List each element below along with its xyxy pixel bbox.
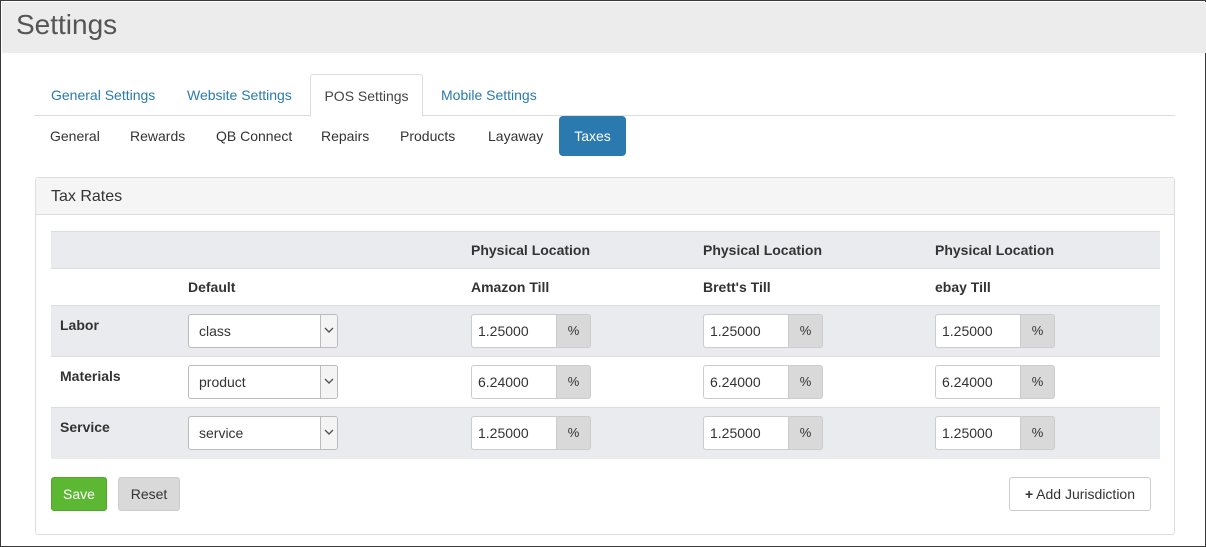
percent-addon: % bbox=[1020, 314, 1055, 348]
percent-addon: % bbox=[556, 314, 591, 348]
chevron-down-icon bbox=[320, 315, 337, 347]
rate-input-group: 6.24000 % bbox=[471, 365, 591, 399]
percent-addon: % bbox=[1020, 416, 1055, 451]
percent-addon: % bbox=[788, 365, 823, 399]
percent-addon: % bbox=[1020, 365, 1055, 399]
chevron-down-icon bbox=[320, 366, 337, 398]
percent-addon: % bbox=[788, 416, 823, 451]
plus-icon: + bbox=[1024, 486, 1034, 502]
subtab-rewards[interactable]: Rewards bbox=[130, 116, 185, 156]
rate-input[interactable]: 6.24000 bbox=[471, 365, 556, 399]
subtab-qb-connect[interactable]: QB Connect bbox=[216, 116, 292, 156]
reset-button[interactable]: Reset bbox=[118, 477, 180, 511]
rate-input[interactable]: 1.25000 bbox=[703, 314, 788, 348]
rate-input-group: 1.25000 % bbox=[935, 416, 1055, 451]
column-header-amazon-till: Amazon Till bbox=[462, 268, 694, 306]
page-title: Settings bbox=[16, 9, 118, 40]
page-header: Settings bbox=[2, 2, 1206, 53]
subtab-taxes[interactable]: Taxes bbox=[559, 116, 626, 156]
table-row: Labor class 1.25000 % 1.25000 % 1.25000 … bbox=[51, 305, 1160, 357]
column-header-default: Default bbox=[179, 268, 462, 306]
tab-mobile-settings[interactable]: Mobile Settings bbox=[441, 74, 537, 116]
percent-addon: % bbox=[556, 416, 591, 451]
tax-rates-table: Physical Location Physical Location Phys… bbox=[51, 231, 1160, 459]
row-label: Service bbox=[51, 407, 179, 459]
tab-pos-settings[interactable]: POS Settings bbox=[310, 74, 423, 117]
column-header-bretts-till: Brett's Till bbox=[694, 268, 926, 306]
chevron-down-icon bbox=[320, 417, 337, 450]
subtab-general[interactable]: General bbox=[50, 116, 100, 156]
panel-title: Tax Rates bbox=[36, 178, 1174, 215]
rate-input-group: 6.24000 % bbox=[703, 365, 823, 399]
subtab-repairs[interactable]: Repairs bbox=[321, 116, 369, 156]
add-jurisdiction-label: Add Jurisdiction bbox=[1036, 486, 1135, 502]
add-jurisdiction-button[interactable]: + Add Jurisdiction bbox=[1009, 477, 1151, 511]
row-label: Labor bbox=[51, 305, 179, 357]
tab-website-settings[interactable]: Website Settings bbox=[187, 74, 292, 116]
rate-input-group: 1.25000 % bbox=[703, 314, 823, 348]
row-label: Materials bbox=[51, 356, 179, 408]
percent-addon: % bbox=[788, 314, 823, 348]
rate-input[interactable]: 1.25000 bbox=[935, 314, 1020, 348]
table-row: Service service 1.25000 % 1.25000 % 1.25… bbox=[51, 407, 1160, 459]
tax-rates-panel: Tax Rates Physical Location Physical Loc… bbox=[35, 177, 1175, 535]
rate-input-group: 6.24000 % bbox=[935, 365, 1055, 399]
main-tabs: General Settings Website Settings POS Se… bbox=[34, 74, 1175, 117]
rate-input[interactable]: 6.24000 bbox=[935, 365, 1020, 399]
column-group-header: Physical Location bbox=[694, 231, 926, 269]
column-group-header: Physical Location bbox=[926, 231, 1160, 269]
column-header-ebay-till: ebay Till bbox=[926, 268, 1160, 306]
rate-input[interactable]: 1.25000 bbox=[471, 314, 556, 348]
table-row: Materials product 6.24000 % 6.24000 % 6.… bbox=[51, 356, 1160, 408]
rate-input[interactable]: 1.25000 bbox=[703, 416, 788, 451]
settings-window: Settings General Settings Website Settin… bbox=[0, 0, 1206, 547]
rate-input-group: 1.25000 % bbox=[703, 416, 823, 451]
subtab-layaway[interactable]: Layaway bbox=[488, 116, 543, 156]
subtab-products[interactable]: Products bbox=[400, 116, 455, 156]
default-select[interactable]: class bbox=[188, 314, 338, 348]
table-header-group-row: Physical Location Physical Location Phys… bbox=[51, 231, 1160, 269]
default-select[interactable]: service bbox=[188, 416, 338, 451]
table-header-row: Default Amazon Till Brett's Till ebay Ti… bbox=[51, 268, 1160, 306]
column-group-header bbox=[179, 231, 462, 269]
rate-input[interactable]: 6.24000 bbox=[703, 365, 788, 399]
column-group-header: Physical Location bbox=[462, 231, 694, 269]
rate-input[interactable]: 1.25000 bbox=[935, 416, 1020, 451]
rate-input-group: 1.25000 % bbox=[935, 314, 1055, 348]
save-button[interactable]: Save bbox=[51, 477, 107, 511]
rate-input-group: 1.25000 % bbox=[471, 314, 591, 348]
rate-input[interactable]: 1.25000 bbox=[471, 416, 556, 451]
tab-general-settings[interactable]: General Settings bbox=[51, 74, 155, 116]
default-select[interactable]: product bbox=[188, 365, 338, 399]
percent-addon: % bbox=[556, 365, 591, 399]
rate-input-group: 1.25000 % bbox=[471, 416, 591, 451]
